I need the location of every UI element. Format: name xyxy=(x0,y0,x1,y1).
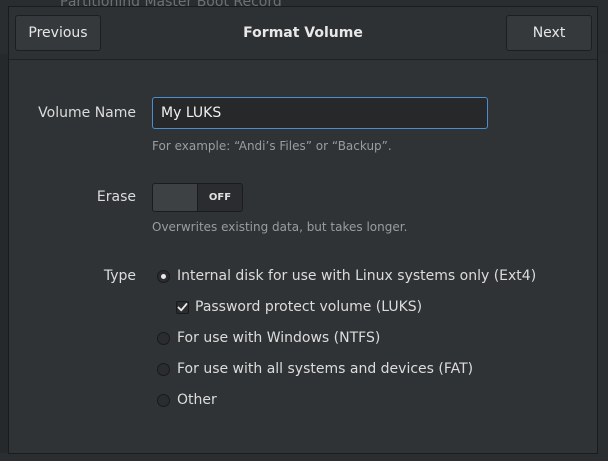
password-protect-label: Password protect volume (LUKS) xyxy=(195,299,423,315)
type-option-other[interactable]: Other xyxy=(157,392,217,408)
type-option-ext4[interactable]: Internal disk for use with Linux systems… xyxy=(157,268,536,284)
erase-hint: Overwrites existing data, but takes long… xyxy=(152,220,408,234)
radio-other[interactable] xyxy=(157,393,170,407)
radio-ext4[interactable] xyxy=(157,269,170,283)
volume-name-input[interactable] xyxy=(152,97,488,129)
next-button[interactable]: Next xyxy=(506,15,592,51)
type-option-fat[interactable]: For use with all systems and devices (FA… xyxy=(157,361,473,377)
volume-name-label: Volume Name xyxy=(38,105,136,121)
volume-name-hint: For example: “Andi’s Files” or “Backup”. xyxy=(152,139,392,153)
radio-ntfs[interactable] xyxy=(157,331,170,345)
background-left-edge xyxy=(0,54,8,454)
type-option-ntfs[interactable]: For use with Windows (NTFS) xyxy=(157,330,380,346)
erase-label: Erase xyxy=(96,189,136,205)
background-bottom-edge xyxy=(0,453,608,461)
dialog-header: Previous Format Volume Next xyxy=(9,7,597,60)
background-right-edge xyxy=(598,54,608,454)
toggle-state-text: OFF xyxy=(208,192,232,203)
password-protect-option[interactable]: Password protect volume (LUKS) xyxy=(176,299,422,315)
type-option-label: For use with all systems and devices (FA… xyxy=(177,361,474,377)
type-option-label: For use with Windows (NTFS) xyxy=(177,330,381,346)
type-option-label: Internal disk for use with Linux systems… xyxy=(177,268,537,284)
type-option-label: Other xyxy=(177,392,217,408)
toggle-knob xyxy=(153,184,198,211)
checkmark-icon xyxy=(177,302,188,311)
password-protect-checkbox[interactable] xyxy=(176,300,189,314)
format-volume-dialog: Previous Format Volume Next Volume Name … xyxy=(8,6,598,454)
previous-button[interactable]: Previous xyxy=(15,15,101,51)
radio-fat[interactable] xyxy=(157,362,170,376)
erase-toggle[interactable]: OFF xyxy=(152,183,243,212)
type-label: Type xyxy=(103,268,136,284)
